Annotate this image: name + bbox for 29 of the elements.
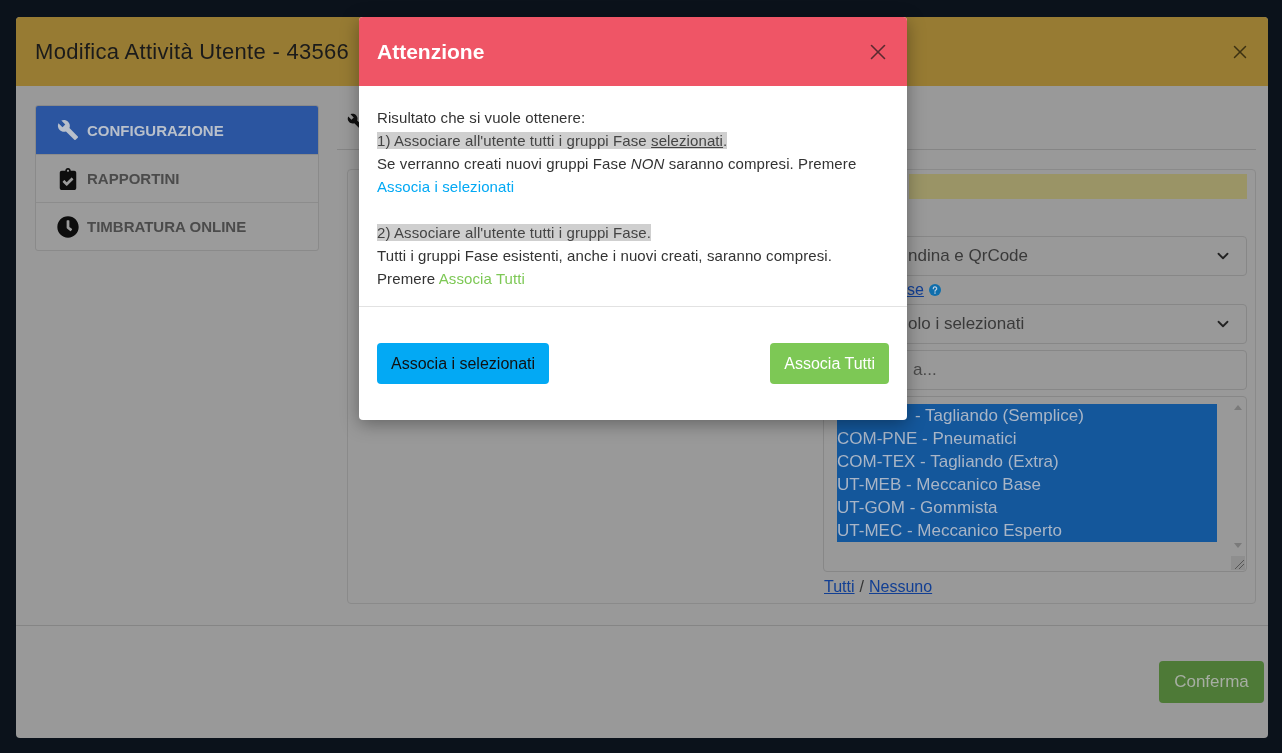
sidebar-item[interactable]: RAPPORTINI	[36, 154, 318, 202]
action-link[interactable]: Associa Tutti	[438, 270, 525, 287]
associate-button[interactable]: Associa Tutti	[770, 343, 889, 384]
option-heading: 2) Associare all'utente tutti i gruppi Fase.	[377, 224, 652, 241]
help-icon[interactable]	[928, 284, 941, 296]
select-none-link[interactable]: Nessuno	[869, 578, 933, 596]
confirm-button[interactable]: Conferma	[1159, 661, 1264, 703]
list-option[interactable]: COM-TEX - Tagliando (Extra)	[837, 450, 1217, 473]
action-link[interactable]: Associa i selezionati	[377, 178, 515, 195]
select-all-link[interactable]: Tutti	[824, 578, 855, 596]
option-description: Se verranno creati nuovi gruppi Fase NON saranno compresi. Premere Associa i selezionati	[377, 154, 858, 197]
sidebar-item[interactable]: CONFIGURAZIONE	[36, 106, 318, 154]
wrench-icon	[57, 119, 79, 141]
list-option[interactable]: UT-MEC - Meccanico Esperto	[837, 519, 1217, 542]
clipboard-check-icon	[57, 167, 79, 190]
resize-grip-icon[interactable]	[1230, 556, 1245, 570]
groups-listbox[interactable]: - Tagliando (Semplice) COM-PNE - Pneumatici COM-TEX - Tagliando (Extra) UT-MEB - Meccanico Base UT-GOM - Gommista UT-MEC - Meccanico Esperto	[823, 396, 1247, 572]
clock-icon	[57, 215, 79, 238]
groups-link[interactable]: se	[907, 281, 924, 299]
associate-button[interactable]: Associa i selezionati	[377, 343, 550, 384]
list-option[interactable]: UT-MEB - Meccanico Base	[837, 473, 1217, 496]
dialog-title: Modifica Attività Utente - 43566	[35, 38, 350, 65]
link-separator: /	[859, 578, 864, 596]
list-option[interactable]: UT-GOM - Gommista	[837, 496, 1217, 519]
alert-title: Attenzione	[377, 39, 485, 64]
intro-text: Risultato che si vuole ottenere:	[377, 108, 587, 128]
list-option[interactable]: COM-PNE - Pneumatici	[837, 427, 1217, 450]
option-heading: 1) Associare all'utente tutti i gruppi Fase selezionati.	[377, 132, 728, 149]
sidebar-item[interactable]: TIMBRATURA ONLINE	[36, 202, 318, 250]
